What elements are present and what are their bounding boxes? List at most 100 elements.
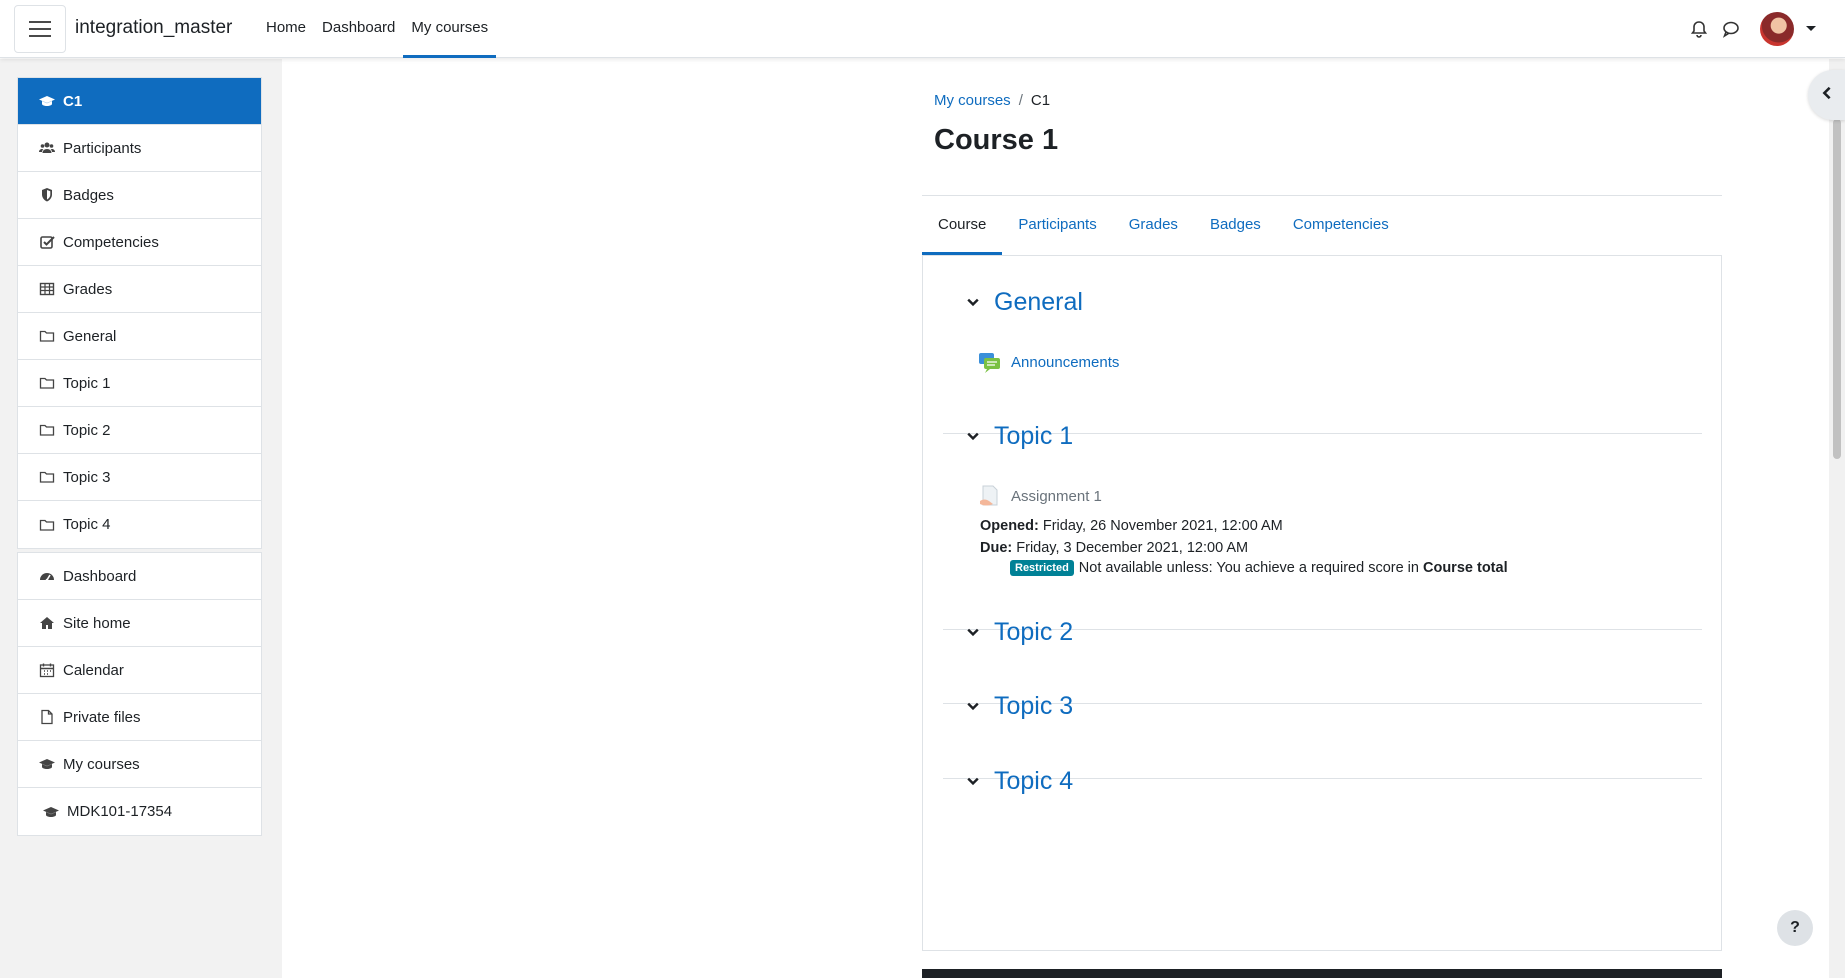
scrollbar-thumb[interactable] — [1833, 119, 1841, 459]
tab-grades[interactable]: Grades — [1113, 196, 1194, 255]
drawer-item-label: Participants — [63, 139, 142, 157]
calendar-icon — [38, 662, 56, 678]
folder-icon — [38, 375, 56, 391]
folder-icon — [38, 422, 56, 438]
activity-link[interactable]: Announcements — [1011, 354, 1119, 371]
left-drawer: C1 Participants Badges Competencies Grad… — [0, 59, 282, 978]
breadcrumb-current: C1 — [1030, 92, 1051, 109]
page-title: Course 1 — [934, 124, 1059, 156]
drawer-item-site-home[interactable]: Site home — [18, 600, 261, 647]
drawer-item-my-courses[interactable]: My courses — [18, 741, 261, 788]
bell-icon[interactable] — [1689, 19, 1709, 39]
main-region: My courses / C1 Course 1 Course Particip… — [282, 59, 1845, 978]
hamburger-icon — [29, 21, 51, 23]
drawer-item-c1[interactable]: C1 — [18, 78, 261, 125]
drawer-item-badges[interactable]: Badges — [18, 172, 261, 219]
chevron-down-icon[interactable] — [963, 622, 983, 642]
folder-icon — [38, 469, 56, 485]
drawer-item-label: Topic 1 — [63, 374, 111, 392]
drawer-item-grades[interactable]: Grades — [18, 266, 261, 313]
activity-link[interactable]: Assignment 1 — [1011, 488, 1102, 505]
scrollbar[interactable] — [1829, 59, 1845, 978]
user-avatar[interactable] — [1760, 12, 1794, 46]
drawer-item-general[interactable]: General — [18, 313, 261, 360]
course-content: General Announcements Topic 1 Assignment… — [922, 256, 1722, 951]
breadcrumb: My courses / C1 — [934, 92, 1050, 109]
restriction-bold: Course total — [1423, 560, 1508, 576]
footer — [922, 969, 1722, 978]
section-title[interactable]: Topic 4 — [994, 767, 1073, 796]
section-title[interactable]: Topic 1 — [994, 422, 1073, 451]
chevron-down-icon[interactable] — [963, 771, 983, 791]
chevron-down-icon[interactable] — [963, 426, 983, 446]
graduation-cap-icon — [38, 93, 56, 109]
course-tabs: Course Participants Grades Badges Compet… — [922, 196, 1722, 256]
drawer-item-label: Topic 4 — [63, 516, 111, 533]
tab-participants[interactable]: Participants — [1002, 196, 1112, 255]
table-icon — [38, 281, 56, 297]
restriction-text: Not available unless: You achieve a requ… — [1078, 560, 1419, 576]
home-icon — [38, 615, 56, 631]
chevron-down-icon[interactable] — [963, 292, 983, 312]
user-menu-caret-icon[interactable] — [1806, 26, 1816, 31]
drawer-item-label: My courses — [63, 755, 140, 773]
drawer-item-label: Badges — [63, 186, 114, 204]
restricted-badge: Restricted — [1010, 560, 1074, 576]
menu-toggle-button[interactable] — [14, 5, 66, 53]
forum-icon — [978, 350, 1002, 374]
drawer-item-topic-1[interactable]: Topic 1 — [18, 360, 261, 407]
graduation-cap-icon — [38, 756, 56, 772]
restriction-info: Restricted Not available unless: You ach… — [1010, 560, 1508, 576]
section-topic-4: Topic 4 — [943, 761, 1702, 851]
drawer-item-participants[interactable]: Participants — [18, 125, 261, 172]
course-navigation: C1 Participants Badges Competencies Grad… — [17, 77, 262, 549]
drawer-item-mdk101[interactable]: MDK101-17354 — [18, 788, 261, 835]
due-value: Friday, 3 December 2021, 12:00 AM — [1016, 540, 1249, 556]
drawer-item-topic-2[interactable]: Topic 2 — [18, 407, 261, 454]
folder-icon — [38, 517, 56, 533]
section-title[interactable]: General — [994, 288, 1083, 317]
drawer-item-topic-4[interactable]: Topic 4 — [18, 501, 261, 548]
section-title[interactable]: Topic 2 — [994, 618, 1073, 647]
opened-value: Friday, 26 November 2021, 12:00 AM — [1042, 518, 1283, 534]
activity-assignment-1[interactable]: Assignment 1 — [978, 484, 1102, 508]
drawer-item-private-files[interactable]: Private files — [18, 694, 261, 741]
drawer-item-calendar[interactable]: Calendar — [18, 647, 261, 694]
drawer-item-label: Dashboard — [63, 567, 137, 585]
drawer-item-topic-3[interactable]: Topic 3 — [18, 454, 261, 501]
drawer-item-label: C1 — [63, 92, 83, 110]
drawer-item-label: General — [63, 327, 117, 345]
section-general: General Announcements — [943, 282, 1702, 434]
help-button[interactable]: ? — [1777, 910, 1813, 946]
drawer-item-label: MDK101-17354 — [67, 803, 173, 820]
tachometer-icon — [38, 568, 56, 584]
section-topic-1: Topic 1 Assignment 1 Opened: Friday, 26 … — [943, 416, 1702, 630]
folder-icon — [38, 328, 56, 344]
drawer-item-dashboard[interactable]: Dashboard — [18, 553, 261, 600]
activity-announcements[interactable]: Announcements — [978, 350, 1119, 374]
due-label: Due: — [980, 540, 1013, 556]
drawer-item-competencies[interactable]: Competencies — [18, 219, 261, 266]
nav-my-courses-link[interactable]: My courses — [403, 0, 497, 58]
breadcrumb-separator: / — [1018, 92, 1023, 109]
site-name[interactable]: integration_master — [75, 17, 232, 39]
nav-home-link[interactable]: Home — [258, 0, 314, 58]
drawer-item-label: Site home — [63, 614, 131, 632]
check-square-icon — [38, 234, 56, 250]
breadcrumb-my-courses-link[interactable]: My courses — [934, 92, 1011, 109]
drawer-item-label: Grades — [63, 280, 113, 298]
drawer-item-label: Calendar — [63, 661, 124, 679]
tab-badges[interactable]: Badges — [1194, 196, 1277, 255]
tab-competencies[interactable]: Competencies — [1277, 196, 1405, 255]
drawer-item-label: Competencies — [63, 233, 159, 251]
primary-navigation: Home Dashboard My courses — [258, 0, 497, 58]
drawer-item-label: Topic 2 — [63, 421, 111, 439]
opened-label: Opened: — [980, 518, 1039, 534]
messages-icon[interactable] — [1721, 19, 1741, 39]
graduation-cap-icon — [42, 804, 60, 820]
chevron-down-icon[interactable] — [963, 696, 983, 716]
nav-dashboard-link[interactable]: Dashboard — [314, 0, 403, 58]
drawer-item-label: Topic 3 — [63, 468, 111, 486]
tab-course[interactable]: Course — [922, 196, 1003, 255]
section-title[interactable]: Topic 3 — [994, 692, 1073, 721]
